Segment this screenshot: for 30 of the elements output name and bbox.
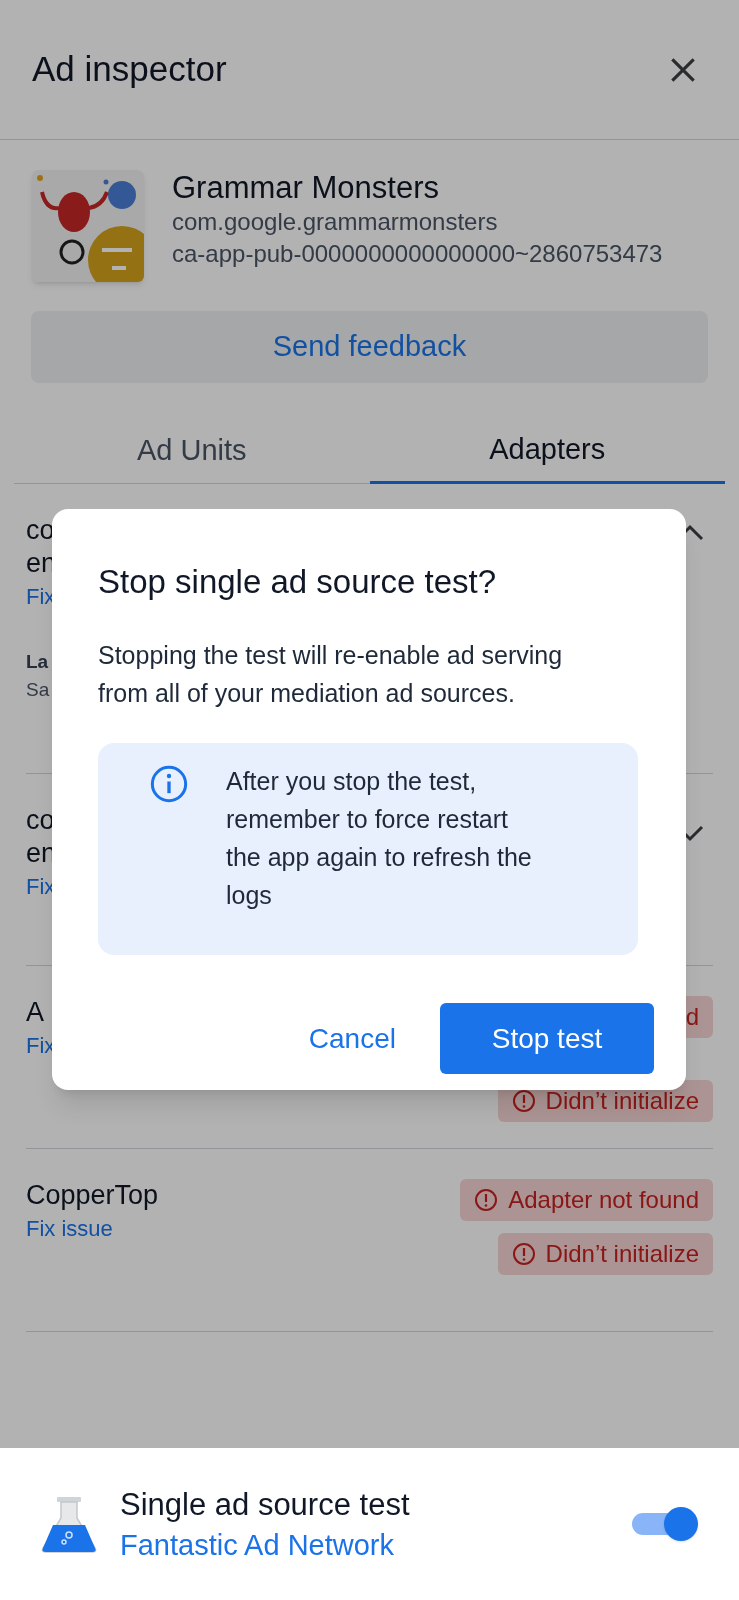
tab[interactable]: Adapters — [369, 418, 725, 484]
alert-icon — [474, 1188, 499, 1212]
stop-test-button[interactable]: Stop test — [440, 1003, 654, 1074]
dialog-message: Stopping the test will re-enable ad serving from all of your mediation ad sources. — [98, 640, 564, 709]
package-name: com.google.grammarmonsters — [172, 207, 499, 237]
badge-text: Adapter not found — [508, 1185, 699, 1215]
adapter-name: A — [26, 996, 45, 1029]
alert-icon — [511, 1089, 536, 1113]
screen-title: Ad inspector — [32, 48, 227, 91]
ad-network-name: Fantastic Ad Network — [120, 1528, 395, 1563]
detail-label: La — [26, 650, 50, 674]
alert-icon — [511, 1242, 536, 1266]
cancel-button[interactable]: Cancel — [284, 1003, 420, 1074]
badge-text: Didn’t initialize — [545, 1239, 699, 1269]
info-text: After you stop the test, remember to force restart the app again to refresh the logs — [226, 766, 533, 911]
badge-text: Didn’t initialize — [545, 1086, 699, 1116]
send-feedback-button[interactable]: Send feedback — [31, 311, 708, 383]
app-icon — [32, 170, 144, 282]
badge-text: d — [685, 1002, 699, 1032]
app-name: Grammar Monsters — [172, 170, 440, 206]
toggle-switch[interactable] — [632, 1506, 698, 1542]
tab[interactable]: Ad Units — [14, 418, 370, 484]
app-id: ca-app-pub-0000000000000000~2860753473 — [172, 239, 663, 269]
adapter-name: CopperTop — [26, 1179, 159, 1212]
flask-icon — [40, 1495, 98, 1553]
fix-issue-link[interactable]: Fix issue — [26, 1212, 159, 1246]
dialog-title: Stop single ad source test? — [98, 562, 498, 602]
info-icon — [149, 764, 189, 804]
detail-value: Sa — [26, 678, 51, 702]
test-title: Single ad source test — [120, 1486, 411, 1524]
